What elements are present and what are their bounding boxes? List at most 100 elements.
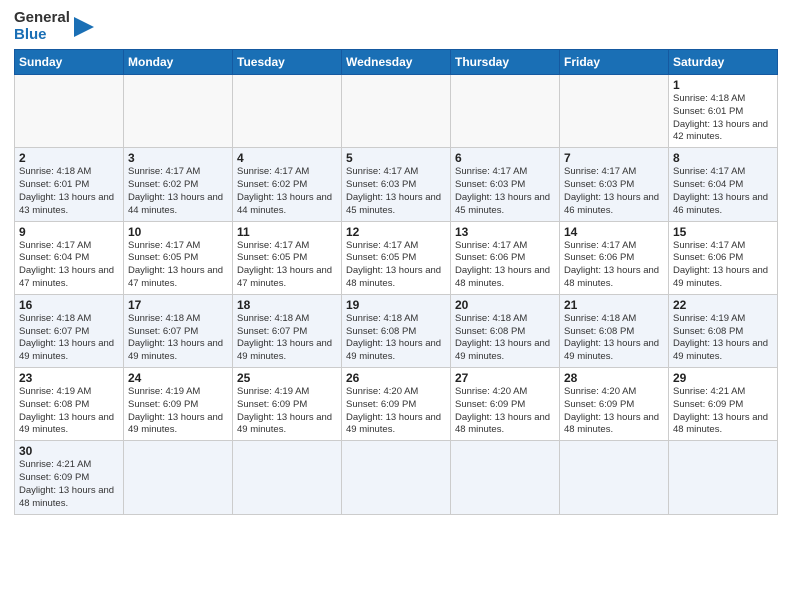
- calendar-cell: 7Sunrise: 4:17 AM Sunset: 6:03 PM Daylig…: [560, 148, 669, 221]
- day-info: Sunrise: 4:17 AM Sunset: 6:04 PM Dayligh…: [19, 240, 119, 291]
- day-info: Sunrise: 4:18 AM Sunset: 6:07 PM Dayligh…: [128, 313, 228, 364]
- calendar-cell: 9Sunrise: 4:17 AM Sunset: 6:04 PM Daylig…: [15, 221, 124, 294]
- weekday-header: Thursday: [451, 50, 560, 75]
- day-info: Sunrise: 4:18 AM Sunset: 6:01 PM Dayligh…: [19, 166, 119, 217]
- weekday-header: Wednesday: [342, 50, 451, 75]
- calendar-cell: [233, 441, 342, 514]
- logo-text: General Blue: [14, 10, 70, 43]
- calendar-table: SundayMondayTuesdayWednesdayThursdayFrid…: [14, 49, 778, 515]
- weekday-header-row: SundayMondayTuesdayWednesdayThursdayFrid…: [15, 50, 778, 75]
- calendar-cell: 17Sunrise: 4:18 AM Sunset: 6:07 PM Dayli…: [124, 294, 233, 367]
- calendar-cell: [124, 441, 233, 514]
- calendar-cell: [124, 75, 233, 148]
- calendar-cell: 4Sunrise: 4:17 AM Sunset: 6:02 PM Daylig…: [233, 148, 342, 221]
- calendar-cell: 2Sunrise: 4:18 AM Sunset: 6:01 PM Daylig…: [15, 148, 124, 221]
- weekday-header: Saturday: [669, 50, 778, 75]
- day-info: Sunrise: 4:17 AM Sunset: 6:05 PM Dayligh…: [237, 240, 337, 291]
- day-number: 15: [673, 225, 773, 239]
- calendar-cell: [233, 75, 342, 148]
- day-number: 8: [673, 151, 773, 165]
- day-info: Sunrise: 4:17 AM Sunset: 6:06 PM Dayligh…: [673, 240, 773, 291]
- day-number: 23: [19, 371, 119, 385]
- day-number: 17: [128, 298, 228, 312]
- weekday-header: Monday: [124, 50, 233, 75]
- day-info: Sunrise: 4:18 AM Sunset: 6:07 PM Dayligh…: [19, 313, 119, 364]
- day-info: Sunrise: 4:18 AM Sunset: 6:01 PM Dayligh…: [673, 93, 773, 144]
- calendar-cell: [560, 441, 669, 514]
- day-number: 11: [237, 225, 337, 239]
- calendar-cell: 8Sunrise: 4:17 AM Sunset: 6:04 PM Daylig…: [669, 148, 778, 221]
- day-number: 1: [673, 78, 773, 92]
- day-number: 21: [564, 298, 664, 312]
- day-number: 4: [237, 151, 337, 165]
- day-info: Sunrise: 4:17 AM Sunset: 6:03 PM Dayligh…: [455, 166, 555, 217]
- day-info: Sunrise: 4:17 AM Sunset: 6:05 PM Dayligh…: [128, 240, 228, 291]
- day-number: 3: [128, 151, 228, 165]
- calendar-cell: 3Sunrise: 4:17 AM Sunset: 6:02 PM Daylig…: [124, 148, 233, 221]
- day-number: 19: [346, 298, 446, 312]
- day-number: 2: [19, 151, 119, 165]
- calendar-week-row: 30Sunrise: 4:21 AM Sunset: 6:09 PM Dayli…: [15, 441, 778, 514]
- day-info: Sunrise: 4:19 AM Sunset: 6:09 PM Dayligh…: [237, 386, 337, 437]
- day-info: Sunrise: 4:18 AM Sunset: 6:08 PM Dayligh…: [564, 313, 664, 364]
- calendar-cell: 15Sunrise: 4:17 AM Sunset: 6:06 PM Dayli…: [669, 221, 778, 294]
- calendar-cell: 10Sunrise: 4:17 AM Sunset: 6:05 PM Dayli…: [124, 221, 233, 294]
- day-info: Sunrise: 4:19 AM Sunset: 6:08 PM Dayligh…: [673, 313, 773, 364]
- day-info: Sunrise: 4:17 AM Sunset: 6:02 PM Dayligh…: [237, 166, 337, 217]
- calendar-header: General Blue: [14, 10, 778, 43]
- day-info: Sunrise: 4:21 AM Sunset: 6:09 PM Dayligh…: [673, 386, 773, 437]
- calendar-cell: 24Sunrise: 4:19 AM Sunset: 6:09 PM Dayli…: [124, 368, 233, 441]
- logo: General Blue: [14, 10, 94, 43]
- calendar-cell: 16Sunrise: 4:18 AM Sunset: 6:07 PM Dayli…: [15, 294, 124, 367]
- day-number: 5: [346, 151, 446, 165]
- day-number: 12: [346, 225, 446, 239]
- calendar-week-row: 9Sunrise: 4:17 AM Sunset: 6:04 PM Daylig…: [15, 221, 778, 294]
- day-info: Sunrise: 4:17 AM Sunset: 6:03 PM Dayligh…: [346, 166, 446, 217]
- calendar-cell: [342, 75, 451, 148]
- calendar-cell: 6Sunrise: 4:17 AM Sunset: 6:03 PM Daylig…: [451, 148, 560, 221]
- day-number: 24: [128, 371, 228, 385]
- calendar-cell: 28Sunrise: 4:20 AM Sunset: 6:09 PM Dayli…: [560, 368, 669, 441]
- calendar-cell: 5Sunrise: 4:17 AM Sunset: 6:03 PM Daylig…: [342, 148, 451, 221]
- calendar-cell: 21Sunrise: 4:18 AM Sunset: 6:08 PM Dayli…: [560, 294, 669, 367]
- calendar-week-row: 2Sunrise: 4:18 AM Sunset: 6:01 PM Daylig…: [15, 148, 778, 221]
- calendar-cell: 1Sunrise: 4:18 AM Sunset: 6:01 PM Daylig…: [669, 75, 778, 148]
- calendar-cell: 25Sunrise: 4:19 AM Sunset: 6:09 PM Dayli…: [233, 368, 342, 441]
- weekday-header: Friday: [560, 50, 669, 75]
- day-number: 29: [673, 371, 773, 385]
- calendar-cell: 27Sunrise: 4:20 AM Sunset: 6:09 PM Dayli…: [451, 368, 560, 441]
- day-info: Sunrise: 4:17 AM Sunset: 6:05 PM Dayligh…: [346, 240, 446, 291]
- day-info: Sunrise: 4:17 AM Sunset: 6:04 PM Dayligh…: [673, 166, 773, 217]
- day-number: 25: [237, 371, 337, 385]
- day-info: Sunrise: 4:21 AM Sunset: 6:09 PM Dayligh…: [19, 459, 119, 510]
- weekday-header: Tuesday: [233, 50, 342, 75]
- calendar-cell: [560, 75, 669, 148]
- day-info: Sunrise: 4:18 AM Sunset: 6:08 PM Dayligh…: [346, 313, 446, 364]
- calendar-cell: [342, 441, 451, 514]
- calendar-week-row: 16Sunrise: 4:18 AM Sunset: 6:07 PM Dayli…: [15, 294, 778, 367]
- calendar-cell: 12Sunrise: 4:17 AM Sunset: 6:05 PM Dayli…: [342, 221, 451, 294]
- day-number: 6: [455, 151, 555, 165]
- day-number: 30: [19, 444, 119, 458]
- day-info: Sunrise: 4:17 AM Sunset: 6:06 PM Dayligh…: [455, 240, 555, 291]
- calendar-cell: 23Sunrise: 4:19 AM Sunset: 6:08 PM Dayli…: [15, 368, 124, 441]
- day-number: 14: [564, 225, 664, 239]
- calendar-cell: 22Sunrise: 4:19 AM Sunset: 6:08 PM Dayli…: [669, 294, 778, 367]
- day-number: 27: [455, 371, 555, 385]
- calendar-cell: 26Sunrise: 4:20 AM Sunset: 6:09 PM Dayli…: [342, 368, 451, 441]
- calendar-cell: 13Sunrise: 4:17 AM Sunset: 6:06 PM Dayli…: [451, 221, 560, 294]
- weekday-header: Sunday: [15, 50, 124, 75]
- day-info: Sunrise: 4:19 AM Sunset: 6:08 PM Dayligh…: [19, 386, 119, 437]
- day-info: Sunrise: 4:18 AM Sunset: 6:07 PM Dayligh…: [237, 313, 337, 364]
- day-info: Sunrise: 4:17 AM Sunset: 6:06 PM Dayligh…: [564, 240, 664, 291]
- day-info: Sunrise: 4:20 AM Sunset: 6:09 PM Dayligh…: [346, 386, 446, 437]
- calendar-cell: 14Sunrise: 4:17 AM Sunset: 6:06 PM Dayli…: [560, 221, 669, 294]
- day-info: Sunrise: 4:19 AM Sunset: 6:09 PM Dayligh…: [128, 386, 228, 437]
- logo-arrow-icon: [74, 13, 94, 41]
- calendar-week-row: 23Sunrise: 4:19 AM Sunset: 6:08 PM Dayli…: [15, 368, 778, 441]
- day-info: Sunrise: 4:17 AM Sunset: 6:03 PM Dayligh…: [564, 166, 664, 217]
- day-number: 16: [19, 298, 119, 312]
- calendar-week-row: 1Sunrise: 4:18 AM Sunset: 6:01 PM Daylig…: [15, 75, 778, 148]
- day-number: 26: [346, 371, 446, 385]
- calendar-cell: [451, 441, 560, 514]
